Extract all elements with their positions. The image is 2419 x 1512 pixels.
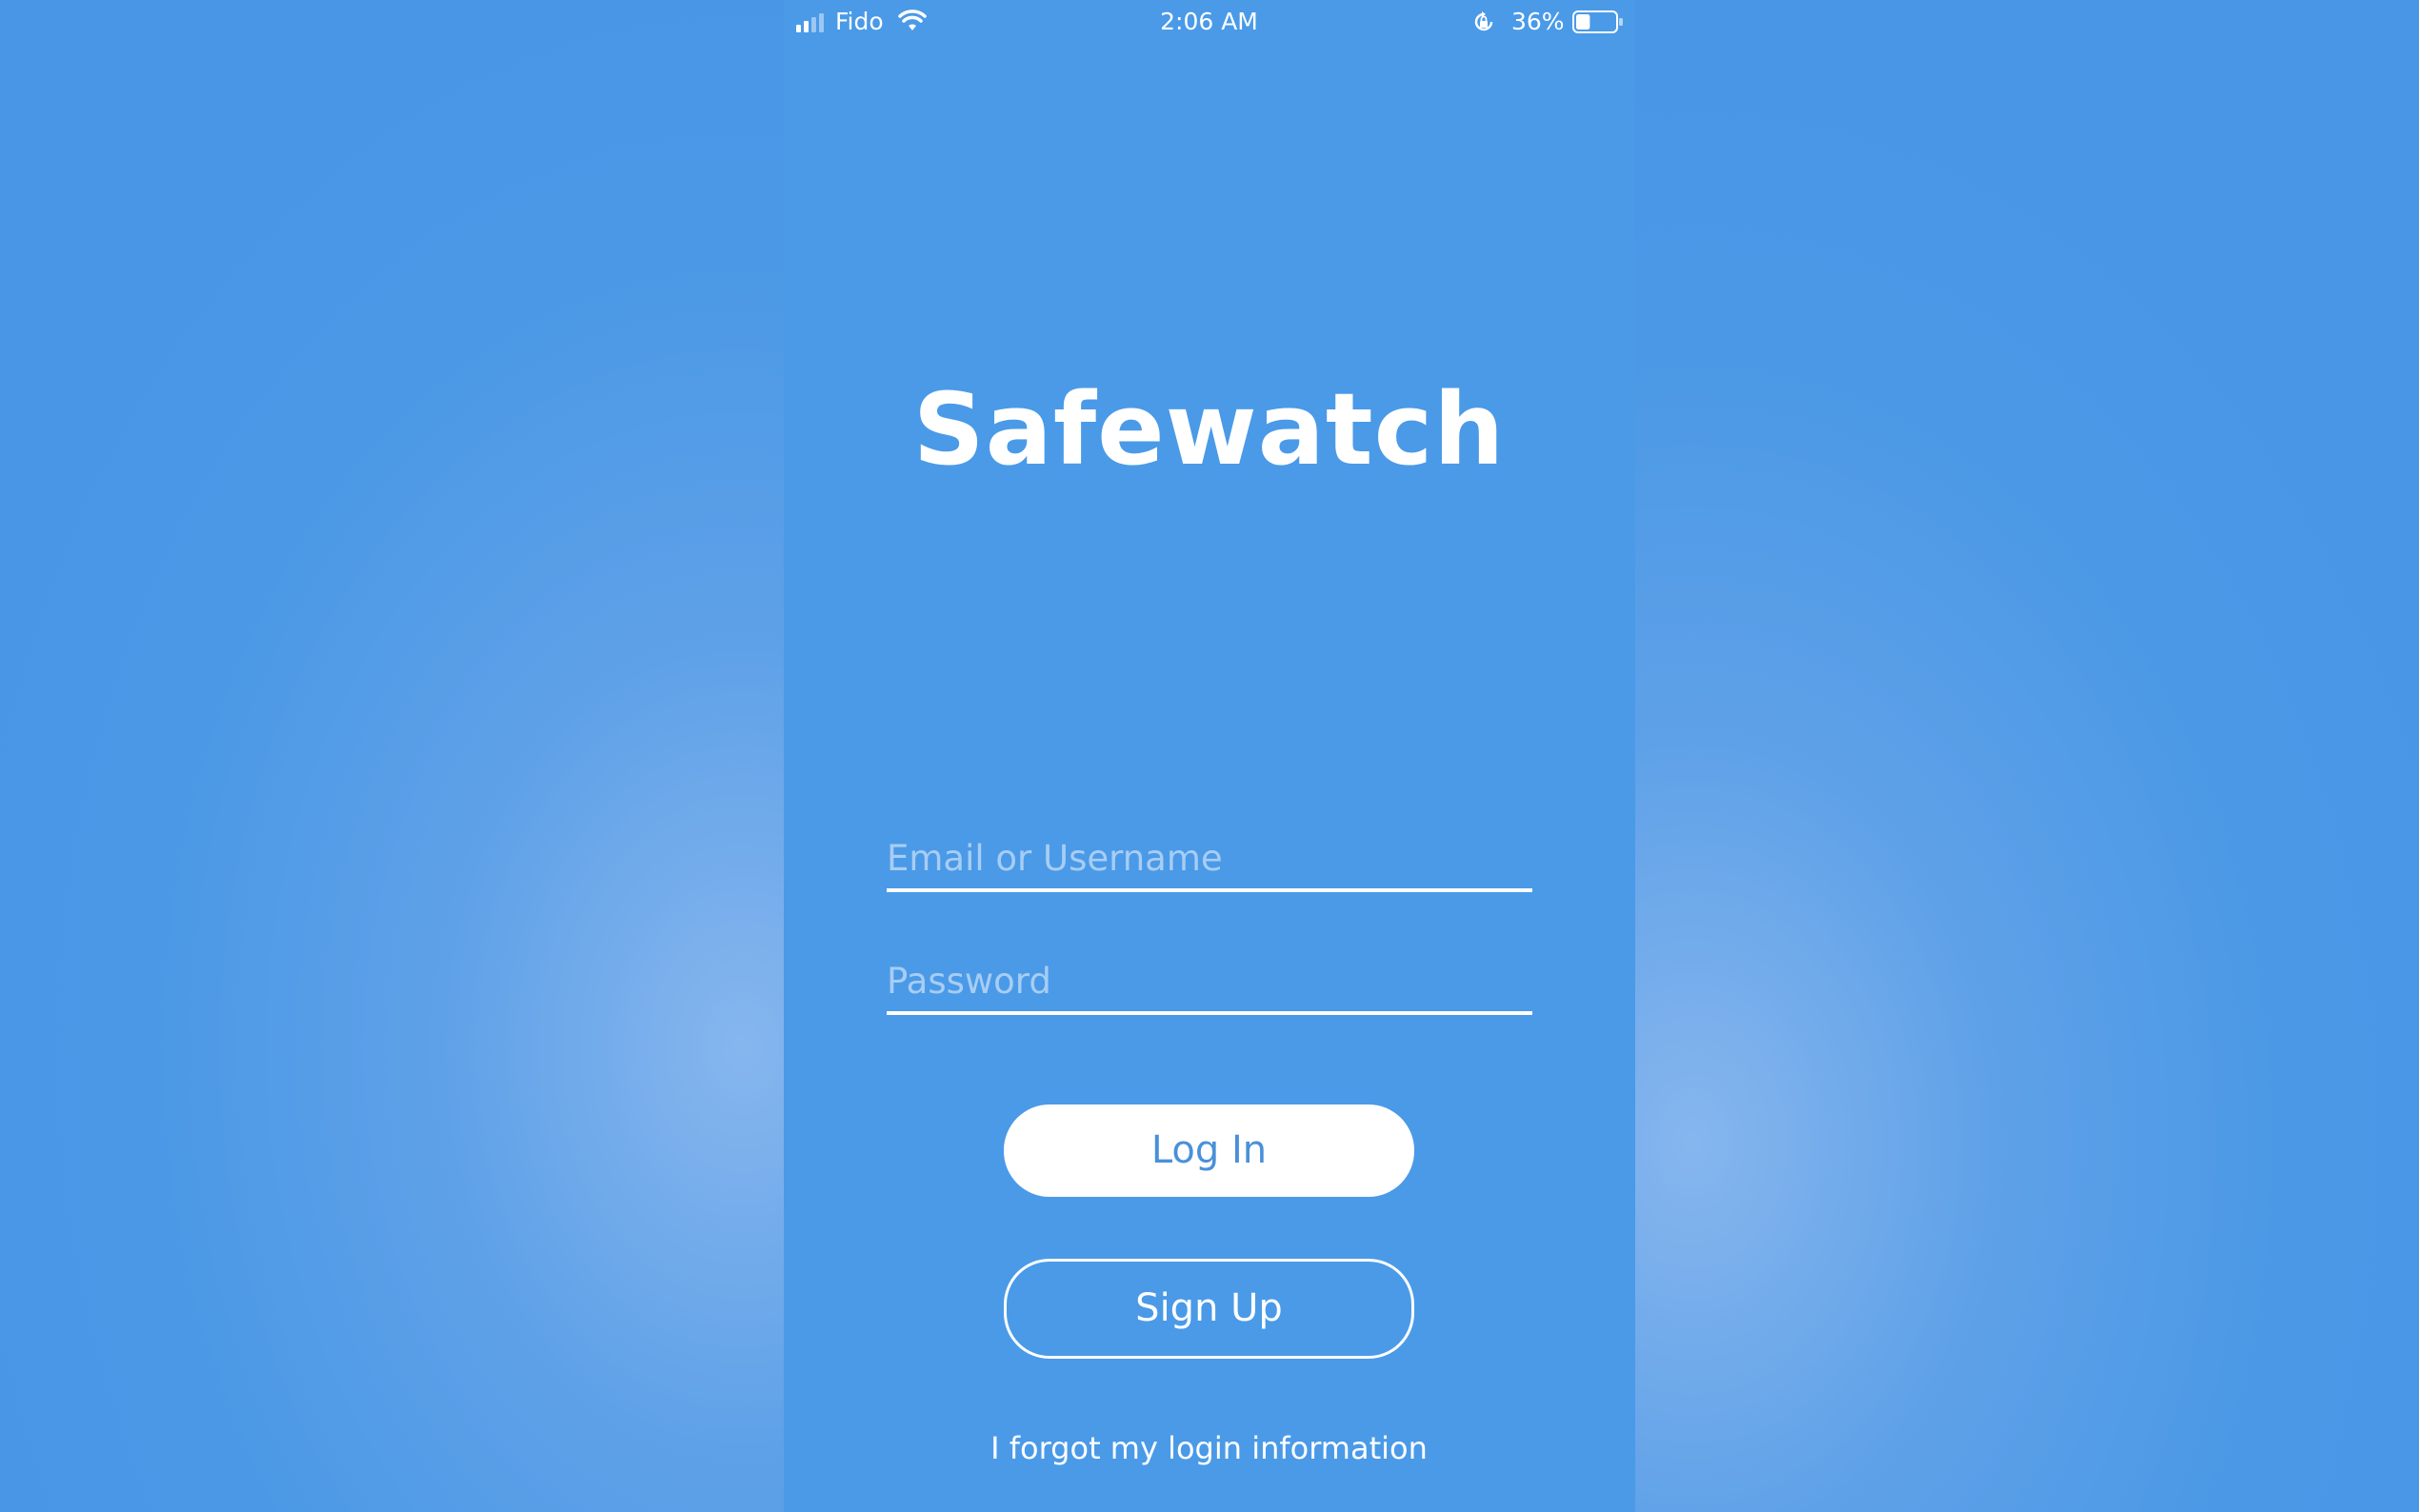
forgot-login-link[interactable]: I forgot my login information (784, 1430, 1634, 1466)
email-or-username-input[interactable] (887, 838, 1532, 888)
login-button[interactable]: Log In (1004, 1104, 1414, 1197)
orientation-lock-icon (1474, 11, 1493, 31)
password-field-container (887, 961, 1532, 1015)
battery-icon (1572, 10, 1623, 33)
status-time: 2:06 AM (1160, 8, 1258, 35)
phone-screen: Fido 2:06 AM 36% Safewatch Log In Sign U… (784, 0, 1634, 1512)
password-input[interactable] (887, 961, 1532, 1011)
status-bar: Fido 2:06 AM 36% (784, 0, 1634, 44)
app-title: Safewatch (912, 371, 1506, 487)
battery-percent: 36% (1511, 8, 1565, 35)
background-left (0, 0, 784, 1512)
signup-button[interactable]: Sign Up (1004, 1259, 1414, 1359)
background-right (1635, 0, 2419, 1512)
email-field-container (887, 838, 1532, 892)
